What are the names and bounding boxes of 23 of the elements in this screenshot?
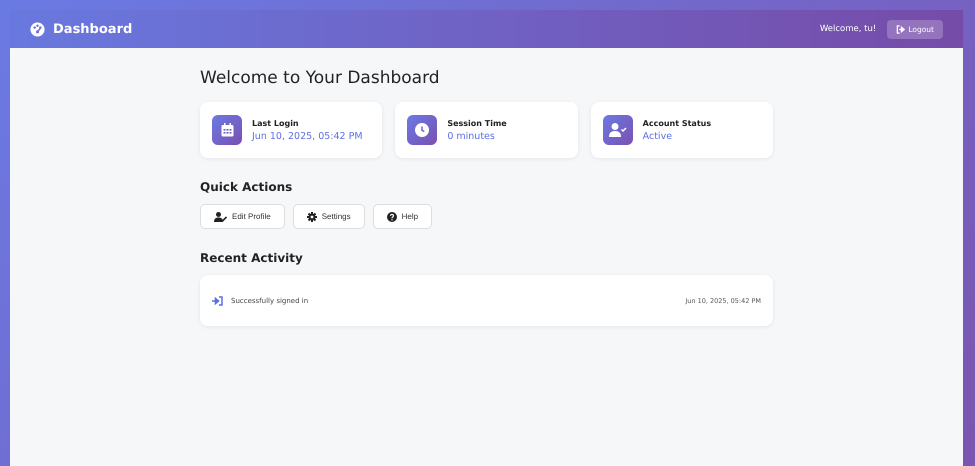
help-icon: [386, 212, 397, 222]
calendar-icon: [212, 115, 242, 145]
sign-in-icon: [212, 296, 223, 306]
settings-icon: [306, 212, 317, 222]
user-check-icon: [602, 115, 633, 145]
dashboard-icon: [30, 22, 45, 36]
stat-value: Jun 10, 2025, 05:42 PM: [252, 130, 363, 142]
stat-label: Session Time: [447, 118, 507, 128]
stat-label: Account Status: [642, 118, 712, 128]
stat-value: 0 minutes: [447, 130, 496, 142]
clock-icon: [407, 115, 438, 145]
page-title: Welcome to Your Dashboard: [200, 68, 441, 88]
logout-icon: [896, 24, 906, 34]
section-title: Recent Activity: [200, 251, 304, 265]
welcome-text: Welcome, tu!: [820, 24, 876, 34]
stat-label: Last Login: [252, 118, 300, 128]
action-button[interactable]: Help: [372, 204, 432, 229]
app-title: Dashboard: [53, 22, 132, 36]
section-title: Quick Actions: [200, 180, 294, 194]
action-button[interactable]: Settings: [292, 204, 365, 229]
action-button[interactable]: Edit Profile: [200, 204, 285, 229]
stat-value: Active: [642, 130, 674, 142]
user-edit-icon: [214, 212, 227, 222]
